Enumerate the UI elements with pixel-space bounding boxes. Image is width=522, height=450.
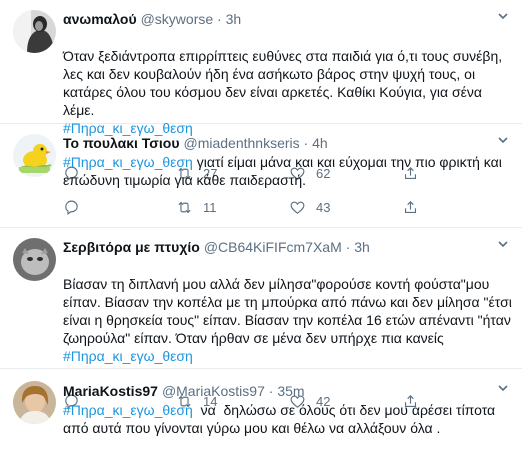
- tweet[interactable]: ανωmαλού @skyworse · 3h Όταν ξεδιάντροπα…: [0, 0, 522, 181]
- tweet-body: Βίασαν τη διπλανή μου αλλά δεν μίλησα"φο…: [63, 276, 512, 346]
- avatar[interactable]: [13, 238, 56, 281]
- hashtag-link[interactable]: #Πηρα_κι_εγω_θεση: [63, 347, 512, 365]
- like-button[interactable]: 43: [289, 199, 402, 216]
- tweet-actions: 11 43: [63, 191, 512, 223]
- display-name[interactable]: ανωmαλού: [63, 10, 137, 28]
- like-count: 43: [316, 199, 331, 215]
- tweet-header: Σερβιτόρα με πτυχίο @CB64KiFIFcm7XaM · 3…: [63, 238, 512, 256]
- separator-dot: ·: [268, 383, 274, 399]
- display-name[interactable]: MariaKostis97: [63, 382, 158, 400]
- separator-dot: ·: [345, 239, 351, 255]
- display-name[interactable]: Το πουλακι Τσιου: [63, 134, 179, 152]
- reply-button[interactable]: [63, 199, 176, 216]
- tweet-body: Όταν ξεδιάντροπα επιρρίπτεις ευθύνες στα…: [63, 48, 503, 118]
- reply-icon: [65, 200, 78, 215]
- timestamp[interactable]: 35m: [277, 383, 304, 399]
- tweet[interactable]: MariaKostis97 @MariaKostis97 · 35m #Πηρα…: [0, 369, 522, 450]
- avatar[interactable]: [13, 10, 56, 53]
- handle[interactable]: @miadenthnkseris: [183, 135, 299, 151]
- display-name[interactable]: Σερβιτόρα με πτυχίο: [63, 238, 200, 256]
- chevron-down-icon[interactable]: [496, 133, 510, 149]
- tweet[interactable]: Σερβιτόρα με πτυχίο @CB64KiFIFcm7XaM · 3…: [0, 228, 522, 409]
- chevron-down-icon[interactable]: [496, 9, 510, 25]
- retweet-count: 11: [203, 199, 217, 215]
- tweet-header: ανωmαλού @skyworse · 3h: [63, 10, 512, 28]
- separator-dot: ·: [303, 135, 309, 151]
- tweet-text: #Πηρα_κι_εγω_θεση γιατί είμαι μάνα και κ…: [63, 153, 512, 189]
- retweet-icon: [178, 201, 191, 213]
- chevron-down-icon[interactable]: [496, 237, 510, 253]
- tweet-feed: ανωmαλού @skyworse · 3h Όταν ξεδιάντροπα…: [0, 0, 522, 450]
- tweet-header: Το πουλακι Τσιου @miadenthnkseris · 4h: [63, 134, 512, 152]
- tweet-text: Βίασαν τη διπλανή μου αλλά δεν μίλησα"φο…: [63, 257, 512, 383]
- hashtag-link[interactable]: #Πηρα_κι_εγω_θεση: [63, 402, 193, 418]
- separator-dot: ·: [217, 11, 222, 27]
- hashtag-link[interactable]: #Πηρα_κι_εγω_θεση: [63, 154, 193, 170]
- tweet-text: #Πηρα_κι_εγω_θεση να δηλώσω σε όλους ότι…: [63, 401, 512, 437]
- share-icon: [404, 200, 417, 213]
- tweet-header: MariaKostis97 @MariaKostis97 · 35m: [63, 382, 512, 400]
- avatar[interactable]: [13, 134, 56, 177]
- handle[interactable]: @skyworse: [141, 11, 214, 27]
- timestamp[interactable]: 4h: [312, 135, 328, 151]
- retweet-button[interactable]: 11: [176, 199, 289, 216]
- handle[interactable]: @MariaKostis97: [162, 383, 265, 399]
- share-button[interactable]: [402, 199, 419, 216]
- handle[interactable]: @CB64KiFIFcm7XaM: [204, 239, 342, 255]
- avatar[interactable]: [13, 381, 56, 424]
- chevron-down-icon[interactable]: [496, 381, 510, 397]
- tweet[interactable]: Το πουλακι Τσιου @miadenthnkseris · 4h #…: [0, 124, 522, 228]
- timestamp[interactable]: 3h: [226, 11, 242, 27]
- heart-icon: [290, 201, 305, 214]
- timestamp[interactable]: 3h: [354, 239, 370, 255]
